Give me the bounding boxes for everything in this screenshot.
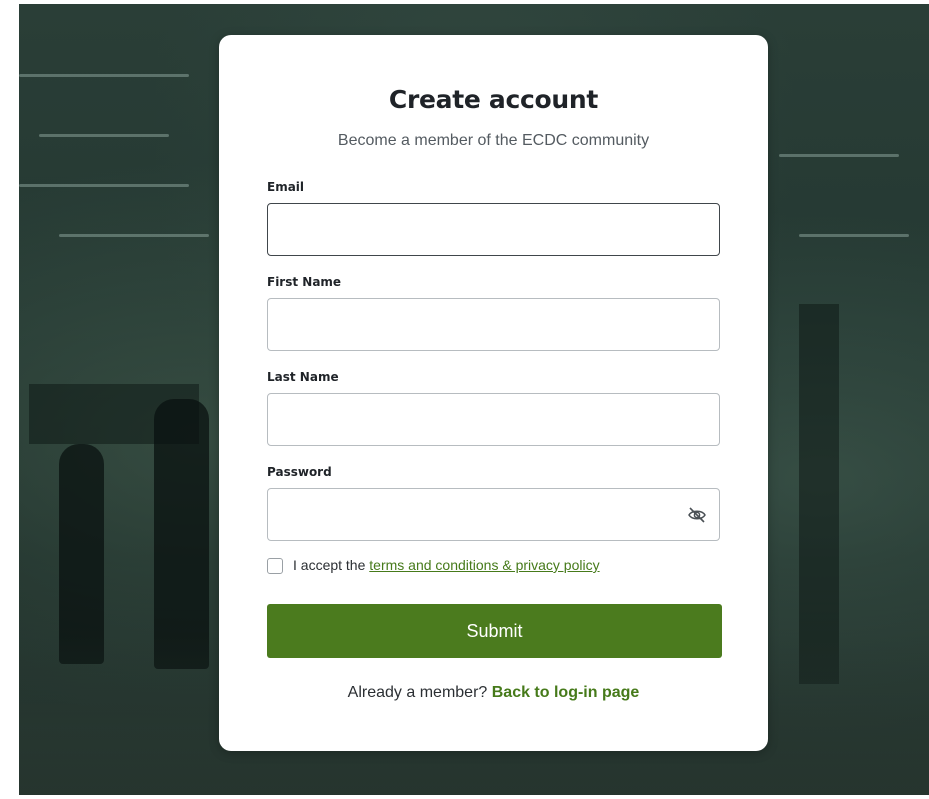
footer-prefix: Already a member? (347, 684, 492, 701)
ceiling-light (19, 184, 189, 187)
email-label: Email (267, 180, 305, 194)
first-name-label: First Name (267, 275, 342, 289)
password-label: Password (267, 465, 332, 479)
first-name-field[interactable] (267, 298, 720, 351)
terms-checkbox[interactable] (267, 558, 283, 574)
ceiling-light (799, 234, 909, 237)
eye-slash-icon[interactable] (687, 505, 707, 525)
page-subtitle: Become a member of the ECDC community (337, 132, 650, 149)
terms-prefix: I accept the (293, 557, 370, 573)
ceiling-light (779, 154, 899, 157)
last-name-label: Last Name (267, 370, 339, 384)
back-to-login-link[interactable]: Back to log-in page (492, 684, 640, 701)
email-field[interactable] (267, 203, 720, 256)
background-person (154, 399, 209, 669)
ceiling-light (39, 134, 169, 137)
signup-card: Create account Become a member of the EC… (219, 35, 768, 751)
page-title: Create account (388, 85, 599, 114)
last-name-field[interactable] (267, 393, 720, 446)
terms-text: I accept the terms and conditions & priv… (293, 557, 600, 573)
background-column (799, 304, 839, 684)
submit-button[interactable]: Submit (267, 604, 722, 658)
ceiling-light (59, 234, 209, 237)
footer-text: Already a member? Back to log-in page (219, 684, 768, 702)
background-person (59, 444, 104, 664)
password-field[interactable] (267, 488, 720, 541)
page: Create account Become a member of the EC… (0, 0, 929, 799)
ceiling-light (19, 74, 189, 77)
terms-link[interactable]: terms and conditions & privacy policy (369, 557, 599, 573)
